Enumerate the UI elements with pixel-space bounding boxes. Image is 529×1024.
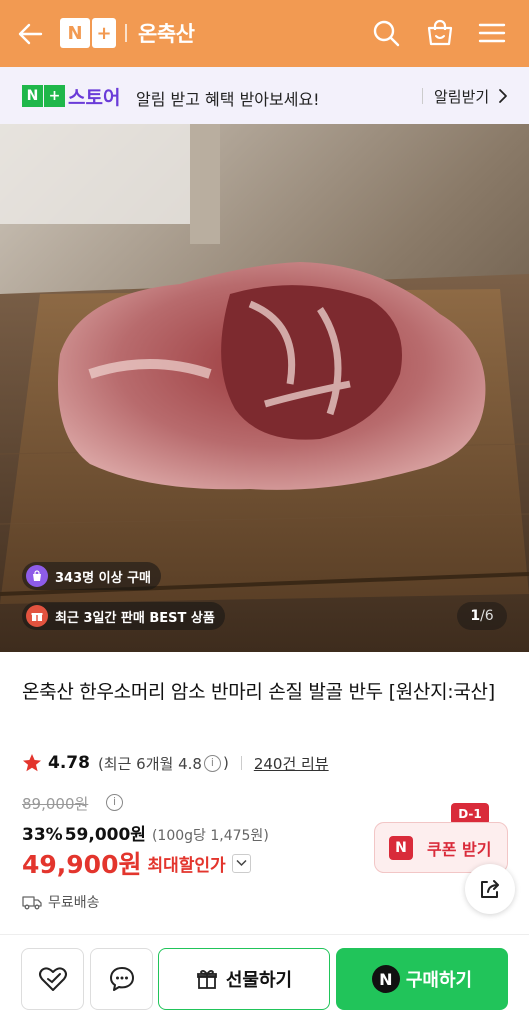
unit-price: (100g당 1,475원) [151, 828, 269, 844]
coupon-label: 쿠폰 받기 [427, 839, 492, 859]
chevron-right-icon[interactable] [497, 88, 509, 104]
shopping-bag-icon[interactable] [425, 18, 455, 48]
share-icon [481, 880, 499, 898]
truck-icon [22, 896, 42, 910]
search-icon[interactable] [371, 18, 401, 48]
shipping-row: 무료배송 [22, 892, 100, 912]
recent-rating-close: ) [222, 754, 229, 772]
final-price-label: 최대할인가 [147, 855, 226, 876]
recent-rating: (최근 6개월 4.8 [97, 754, 202, 773]
nstore-logo: N + [22, 85, 65, 107]
notice-divider [422, 88, 423, 104]
rating-score: 4.78 [48, 753, 90, 773]
best-seller-text: 최근 3일간 판매 BEST 상품 [55, 610, 215, 626]
discount-row: 33% 59,000원 (100g당 1,475원) [22, 820, 269, 845]
subscribe-alert-button[interactable]: 알림받기 [434, 86, 489, 107]
price-info-icon[interactable]: i [106, 794, 123, 811]
nstore-name: 스토어 [68, 87, 121, 109]
best-seller-badge: 최근 3일간 판매 BEST 상품 [22, 602, 225, 630]
nstore-logo-n: N [22, 85, 43, 107]
back-arrow-icon[interactable] [16, 20, 44, 48]
image-index: 1 [470, 608, 481, 624]
buyers-count-text: 343명 이상 구매 [55, 570, 151, 586]
chevron-down-icon [236, 859, 247, 867]
shipping-text: 무료배송 [48, 895, 100, 911]
buyers-count-badge: 343명 이상 구매 [22, 562, 161, 590]
store-title[interactable]: 온축산 [138, 18, 195, 48]
logo-n: N [60, 18, 90, 48]
talk-talk-button[interactable] [90, 948, 153, 1010]
npay-icon: N [371, 965, 400, 993]
naver-coupon-icon: N [389, 835, 413, 860]
image-total: /6 [480, 608, 494, 624]
product-title: 온축산 한우소머리 암소 반마리 손질 발골 반두 [원산지:국산] [22, 681, 495, 703]
discount-rate: 33% [22, 825, 63, 845]
top-header: N + 온축산 [0, 0, 529, 67]
heart-icon [38, 967, 67, 991]
notice-message: 알림 받고 혜택 받아보세요! [136, 90, 320, 109]
star-icon [23, 754, 41, 772]
menu-icon[interactable] [477, 18, 507, 48]
shopping-bag-icon [26, 565, 48, 587]
buy-label: 구매하기 [405, 970, 473, 991]
gift-box-icon [26, 605, 48, 627]
original-price: 89,000원 [22, 795, 89, 813]
nplus-logo[interactable]: N + [60, 18, 116, 48]
info-icon[interactable]: i [203, 754, 221, 772]
review-count-link[interactable]: 240건 리뷰 [254, 753, 329, 774]
gift-button[interactable]: 선물하기 [158, 948, 330, 1010]
gift-label: 선물하기 [225, 970, 293, 991]
max-discount-row: 49,900원 최대할인가 [22, 845, 251, 881]
wishlist-button[interactable] [21, 948, 84, 1010]
expand-discount-button[interactable] [231, 853, 251, 873]
rating-divider [240, 756, 242, 770]
image-counter: 1 /6 [457, 602, 507, 630]
chat-bubble-icon [109, 967, 134, 991]
nstore-logo-plus: + [44, 85, 65, 107]
header-divider [125, 24, 127, 42]
share-button[interactable] [465, 864, 515, 914]
buy-now-button[interactable]: N 구매하기 [336, 948, 508, 1010]
rating-row: 4.78 (최근 6개월 4.8 i ) 240건 리뷰 [22, 750, 329, 776]
final-price: 49,900원 [22, 850, 142, 879]
logo-plus: + [92, 18, 116, 48]
gift-icon [196, 969, 217, 989]
discount-price: 59,000원 [64, 825, 146, 845]
